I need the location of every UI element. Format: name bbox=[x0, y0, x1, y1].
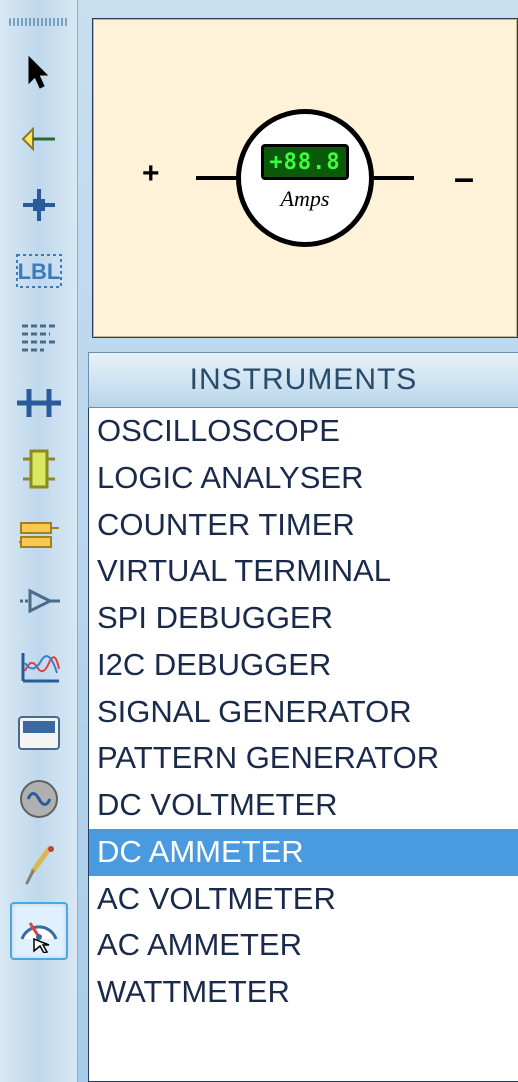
junction-tool[interactable] bbox=[10, 176, 68, 234]
list-item-logic-analyser[interactable]: LOGIC ANALYSER bbox=[89, 455, 518, 502]
virtual-instruments-tool[interactable] bbox=[10, 902, 68, 960]
device-pin-tool[interactable] bbox=[10, 572, 68, 630]
minus-terminal-label: – bbox=[454, 157, 474, 199]
terminal-tool[interactable] bbox=[10, 506, 68, 564]
list-item-i2c-debugger[interactable]: I2C DEBUGGER bbox=[89, 642, 518, 689]
list-item-ac-voltmeter[interactable]: AC VOLTMETER bbox=[89, 876, 518, 923]
component-tool[interactable] bbox=[10, 110, 68, 168]
label-tool[interactable]: LBL bbox=[10, 242, 68, 300]
right-lead bbox=[374, 176, 414, 180]
list-item-wattmeter[interactable]: WATTMETER bbox=[89, 969, 518, 1016]
component-preview: + +88.8 Amps – bbox=[92, 18, 518, 338]
pointer-tool[interactable] bbox=[10, 44, 68, 102]
list-item-dc-ammeter[interactable]: DC AMMETER bbox=[89, 829, 518, 876]
list-item-ac-ammeter[interactable]: AC AMMETER bbox=[89, 922, 518, 969]
svg-text:LBL: LBL bbox=[17, 259, 60, 284]
list-item-counter-timer[interactable]: COUNTER TIMER bbox=[89, 502, 518, 549]
bus-tool[interactable] bbox=[10, 374, 68, 432]
list-item-virtual-terminal[interactable]: VIRTUAL TERMINAL bbox=[89, 548, 518, 595]
plus-terminal-label: + bbox=[142, 157, 160, 191]
list-item-pattern-generator[interactable]: PATTERN GENERATOR bbox=[89, 735, 518, 782]
ammeter-unit: Amps bbox=[281, 186, 330, 212]
generator-tool[interactable] bbox=[10, 770, 68, 828]
list-item-signal-generator[interactable]: SIGNAL GENERATOR bbox=[89, 689, 518, 736]
text-script-tool[interactable] bbox=[10, 308, 68, 366]
tape-recorder-tool[interactable] bbox=[10, 704, 68, 762]
list-item-spi-debugger[interactable]: SPI DEBUGGER bbox=[89, 595, 518, 642]
instruments-panel-header: INSTRUMENTS bbox=[88, 352, 518, 408]
graph-tool[interactable] bbox=[10, 638, 68, 696]
instruments-list[interactable]: OSCILLOSCOPE LOGIC ANALYSER COUNTER TIME… bbox=[88, 408, 518, 1082]
left-toolbar: LBL bbox=[0, 0, 78, 1082]
main-panel: + +88.8 Amps – INSTRUMENTS OSCILLOSCOPE … bbox=[78, 0, 518, 1082]
subcircuit-tool[interactable] bbox=[10, 440, 68, 498]
ammeter-body: +88.8 Amps bbox=[236, 109, 374, 247]
ammeter-symbol: + +88.8 Amps – bbox=[196, 109, 414, 247]
left-lead bbox=[196, 176, 236, 180]
ammeter-display: +88.8 bbox=[261, 144, 349, 180]
list-item-dc-voltmeter[interactable]: DC VOLTMETER bbox=[89, 782, 518, 829]
list-item-oscilloscope[interactable]: OSCILLOSCOPE bbox=[89, 408, 518, 455]
toolbar-grip[interactable] bbox=[9, 18, 69, 26]
voltage-probe-tool[interactable] bbox=[10, 836, 68, 894]
